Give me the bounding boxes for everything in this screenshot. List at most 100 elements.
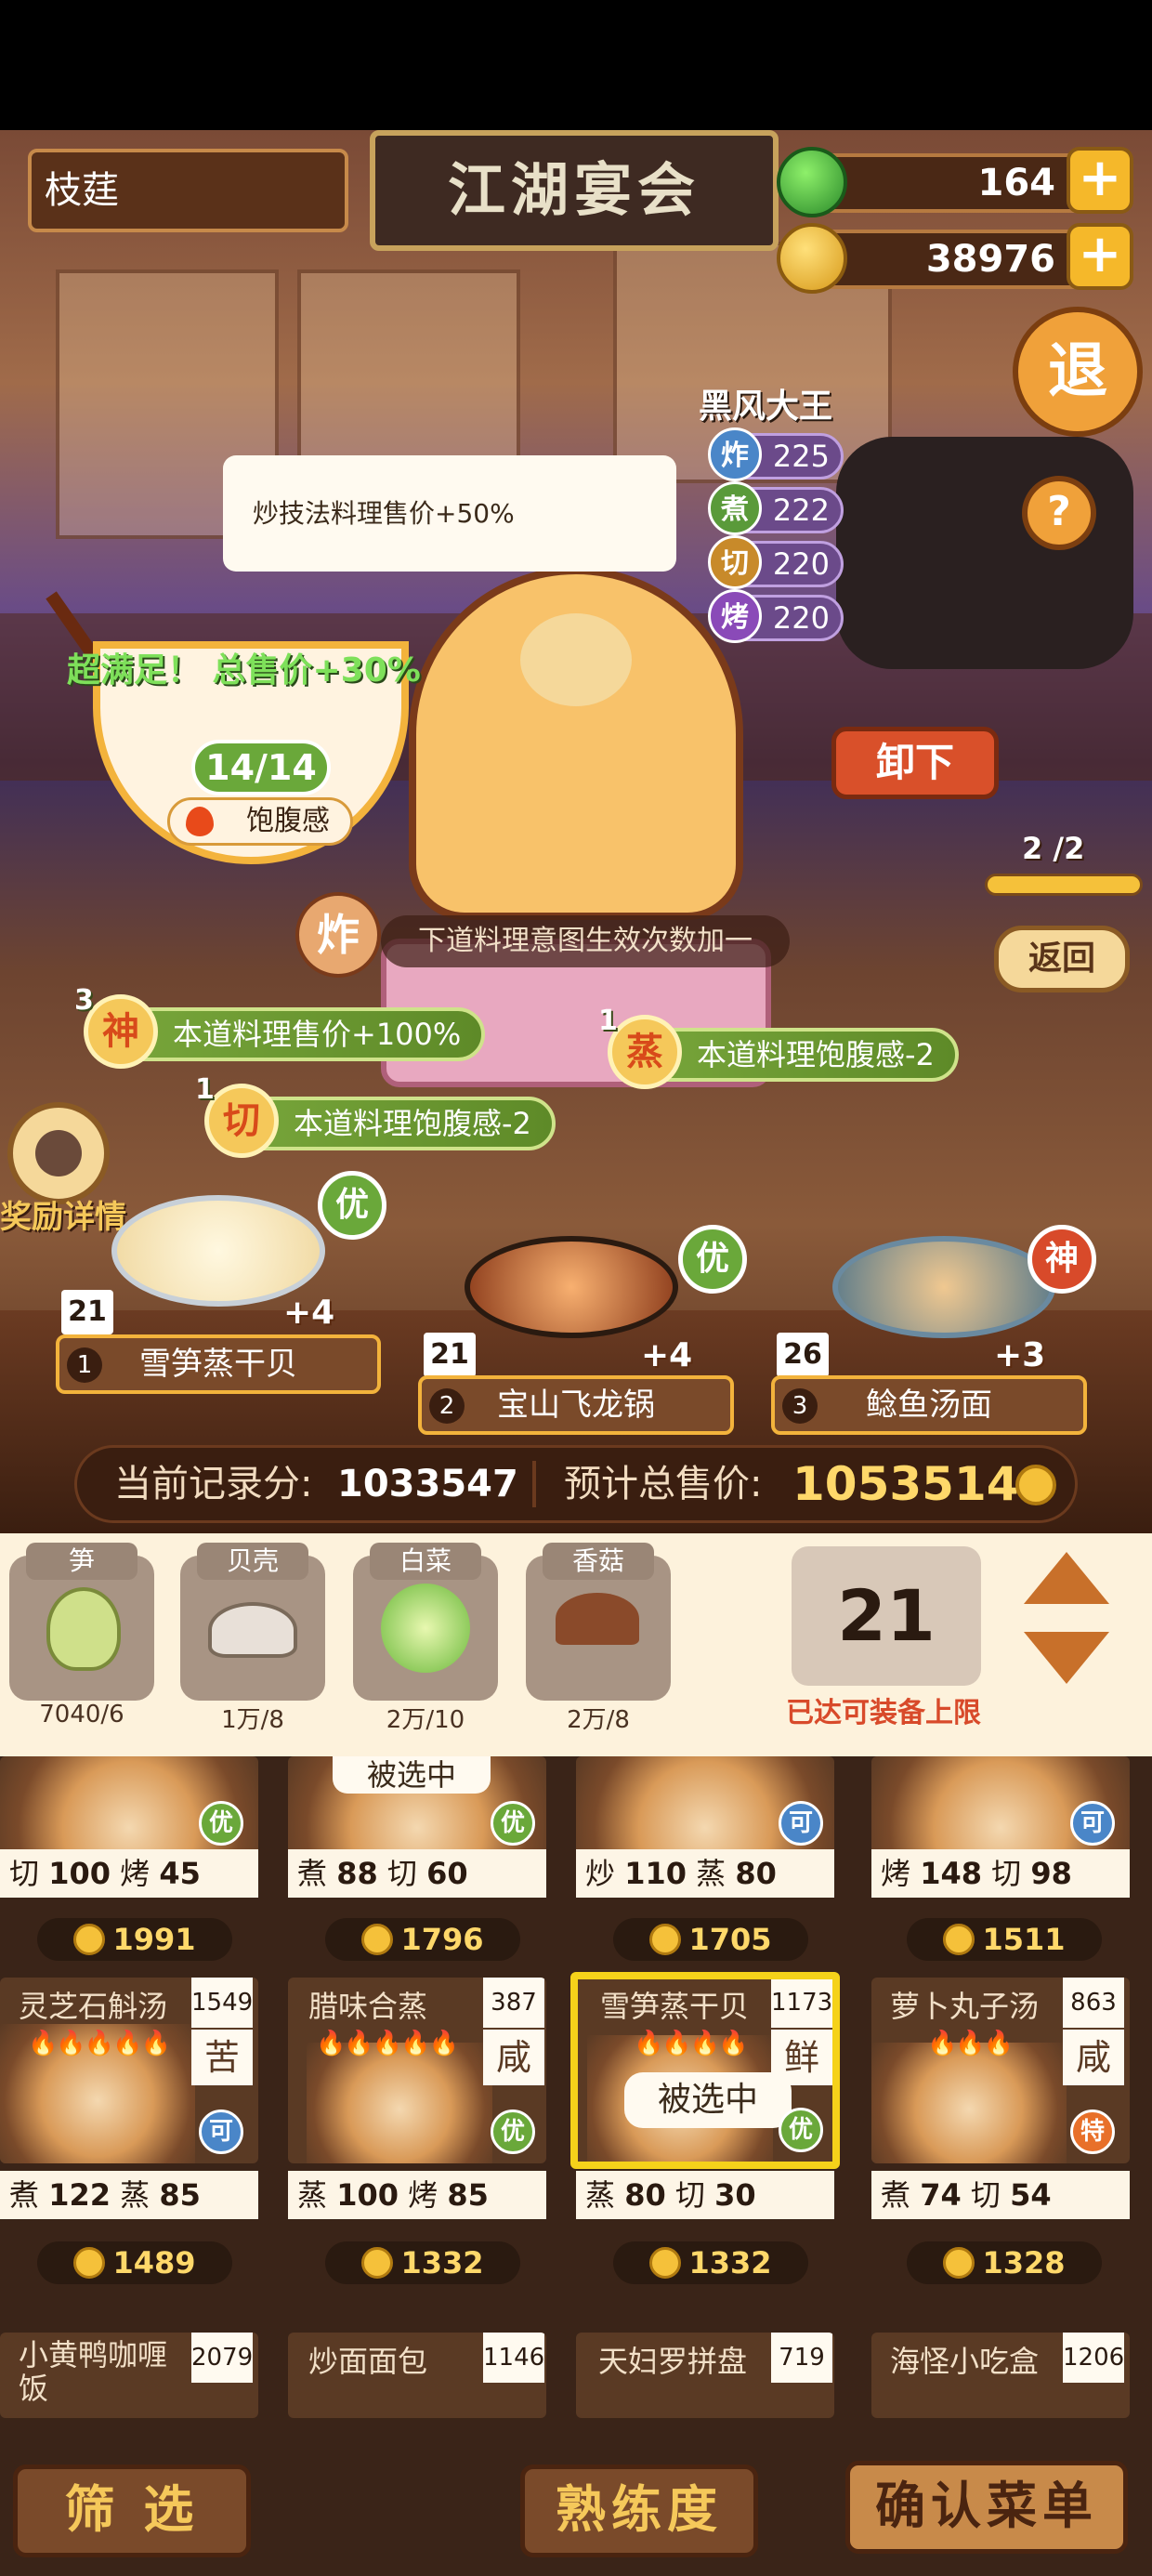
opponent-name: 黑风大王 [699, 388, 833, 426]
dish-name: 萝卜丸子汤 [890, 1989, 1040, 2024]
add-coin-button[interactable]: + [1067, 223, 1133, 290]
dish-attributes: 切 100 烤 45 [0, 1849, 258, 1898]
coin-icon [649, 1924, 682, 1955]
coin-icon [361, 2247, 394, 2279]
ingredient-count: 2万/8 [567, 1706, 630, 1734]
effect-count: 1 [598, 1005, 618, 1037]
attr-skill: 蒸 [297, 2177, 328, 2213]
effect-count: 3 [74, 984, 94, 1017]
attr-skill: 蒸 [696, 1856, 727, 1891]
scroll-down-button[interactable] [1024, 1632, 1109, 1684]
technique-tooltip: 炒技法料理售价+50% [223, 455, 676, 572]
proficiency-button[interactable]: 熟练度 [520, 2464, 758, 2557]
price-value: 1332 [400, 2245, 484, 2280]
ingredient-shell[interactable]: 贝壳 1万/8 [180, 1543, 347, 1734]
coin-icon [943, 1924, 975, 1955]
dish-card-noodle-bread[interactable]: 炒面面包 1146 [288, 2333, 546, 2418]
dish-count: 863 [1063, 1978, 1124, 2028]
filter-button[interactable]: 筛 选 [13, 2464, 251, 2557]
dish-card-snow-scallop[interactable]: 雪笋蒸干贝 🔥🔥🔥🔥 1173 鲜 被选中 优 [570, 1972, 840, 2169]
back-button[interactable]: 返回 [994, 926, 1130, 992]
dish-slot-2[interactable]: 2 宝山飞龙锅 [418, 1375, 734, 1435]
dish-name: 雪笋蒸干贝 [139, 1346, 297, 1383]
dish-name: 天妇罗拼盘 [598, 2344, 748, 2379]
bamboo-shoot-icon [46, 1587, 121, 1671]
attr-skill: 煮 [9, 2177, 40, 2213]
opponent-stat-roast: 220 烤 [708, 589, 844, 643]
dish-price: 1796 [325, 1918, 520, 1961]
flame-rating: 🔥🔥🔥 [927, 2030, 1014, 2057]
jade-icon [777, 147, 847, 217]
attr-value: 30 [714, 2177, 756, 2213]
dish-name: 鲶鱼汤面 [866, 1387, 992, 1424]
effect-text: 本道料理售价+100% [173, 1017, 462, 1052]
dish-name: 腊味合蒸 [308, 1989, 428, 2024]
dish-count: 387 [483, 1978, 544, 2028]
selected-badge: 被选中 [333, 1756, 491, 1794]
mushroom-icon [556, 1593, 639, 1645]
intent-hint: 下道料理意图生效次数加一 [381, 915, 790, 967]
boil-skill-icon: 煮 [708, 481, 762, 535]
level-tag: 21 [424, 1333, 476, 1377]
dish-name: 灵芝石斛汤 [19, 1989, 168, 2024]
dish-card-duck-curry[interactable]: 小黄鸭咖喱饭 2079 [0, 2333, 258, 2418]
add-jade-button[interactable]: + [1067, 147, 1133, 214]
dish-count: 1206 [1063, 2333, 1124, 2383]
slot-number: 3 [782, 1388, 818, 1424]
dish-slot-3[interactable]: 3 鲶鱼汤面 [771, 1375, 1087, 1435]
reward-details-button[interactable] [7, 1102, 110, 1204]
equip-limit-text: 已达可装备上限 [786, 1697, 981, 1729]
ingredient-panel: 笋 7040/6 贝壳 1万/8 白菜 2万/10 香菇 2万/8 21 已达可… [0, 1533, 1152, 1756]
ingredient-bamboo[interactable]: 笋 7040/6 [9, 1543, 177, 1728]
grade-badge: 优 [491, 1801, 535, 1846]
record-value: 1033547 [337, 1463, 518, 1505]
ingredient-cabbage[interactable]: 白菜 2万/10 [353, 1543, 520, 1734]
attr-value: 98 [1030, 1856, 1072, 1891]
coin-icon [73, 2247, 106, 2279]
level-tag: 26 [777, 1333, 829, 1377]
dish-card-radish-soup[interactable]: 萝卜丸子汤 🔥🔥🔥 863 咸 特 [871, 1978, 1130, 2163]
dish-card-sea-monster-box[interactable]: 海怪小吃盒 1206 [871, 2333, 1130, 2418]
estimate-label: 预计总售价: [564, 1463, 763, 1505]
exit-button[interactable]: 退 [1013, 307, 1143, 437]
dish-card-tempura[interactable]: 天妇罗拼盘 719 [576, 2333, 834, 2418]
attr-skill: 切 [386, 1856, 417, 1891]
dish-card-cured-steam[interactable]: 腊味合蒸 🔥🔥🔥🔥🔥 387 咸 优 [288, 1978, 546, 2163]
grade-badge: 可 [1070, 1801, 1115, 1846]
gift-icon [35, 1130, 82, 1176]
dish-card-lingzhi-soup[interactable]: 灵芝石斛汤 🔥🔥🔥🔥🔥 1549 苦 可 [0, 1978, 258, 2163]
price-value: 1332 [688, 2245, 772, 2280]
dish-count: 1549 [191, 1978, 253, 2028]
ingredient-mushroom[interactable]: 香菇 2万/8 [526, 1543, 693, 1734]
event-title-plaque: 江湖宴会 [370, 130, 779, 251]
selected-dish-2[interactable]: 优 21 +4 [418, 1225, 747, 1377]
attr-skill: 蒸 [120, 2177, 151, 2213]
bottom-toolbar: 筛 选 熟练度 确认菜单 [0, 2418, 1152, 2576]
divine-badge: 神 [84, 994, 158, 1069]
effect-price-bonus: 本道料理售价+100% 神 3 [74, 984, 486, 1069]
dish-attributes: 煮 88 切 60 [288, 1849, 546, 1898]
scroll-up-button[interactable] [1024, 1552, 1109, 1604]
slot-number: 2 [429, 1388, 465, 1424]
selected-dish-1[interactable]: 优 21 +4 [56, 1171, 386, 1334]
grade-badge: 神 [1028, 1225, 1096, 1294]
fullness-value: 14/14 [191, 740, 331, 795]
attr-value: 80 [624, 2177, 666, 2213]
unload-button[interactable]: 卸下 [831, 727, 999, 799]
confirm-menu-button[interactable]: 确认菜单 [845, 2461, 1128, 2554]
opponent-stat-boil: 222 煮 [708, 481, 844, 535]
selected-dish-3[interactable]: 神 26 +3 [771, 1225, 1096, 1377]
dish-attributes: 炒 110 蒸 80 [576, 1849, 834, 1898]
dish-image [871, 2043, 1067, 2163]
attr-skill: 蒸 [585, 2177, 616, 2213]
dish-attributes: 烤 148 切 98 [871, 1849, 1130, 1898]
help-button[interactable]: ? [1022, 476, 1096, 550]
dish-count: 719 [771, 2333, 832, 2383]
flame-rating: 🔥🔥🔥🔥🔥 [316, 2030, 459, 2057]
attr-skill: 烤 [881, 1856, 911, 1891]
cut-badge: 切 [204, 1084, 279, 1158]
price-value: 1991 [112, 1922, 196, 1957]
dish-price: 1511 [907, 1918, 1102, 1961]
grade-badge: 优 [678, 1225, 747, 1294]
dish-slot-1[interactable]: 1 雪笋蒸干贝 [56, 1334, 381, 1394]
